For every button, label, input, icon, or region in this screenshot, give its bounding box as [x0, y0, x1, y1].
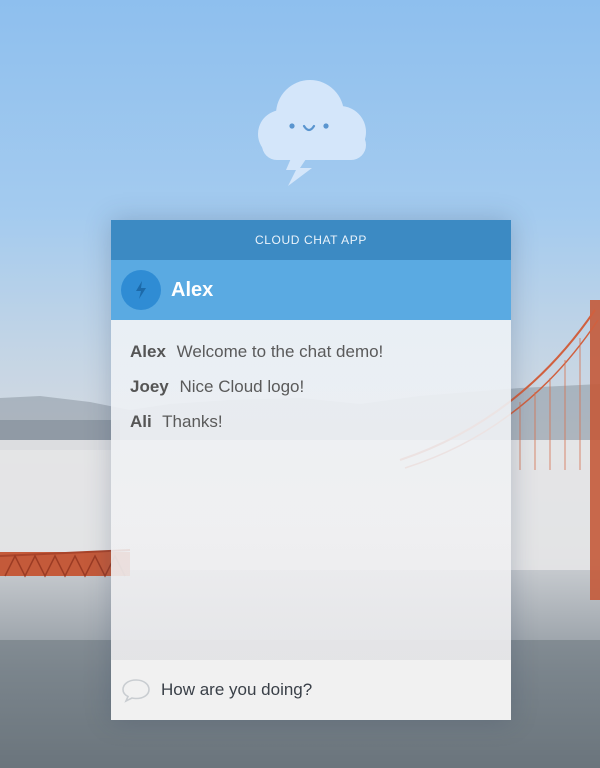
- chat-window: CLOUD CHAT APP Alex Alex Welcome to the …: [111, 220, 511, 720]
- lightning-bolt-icon: [136, 281, 146, 299]
- current-user-name: Alex: [171, 278, 214, 301]
- cloud-logo: [248, 72, 374, 190]
- message-text: Nice Cloud logo!: [179, 377, 305, 396]
- message-input[interactable]: [161, 680, 491, 700]
- speech-bubble-icon: [122, 679, 150, 703]
- message-item: Ali Thanks!: [111, 412, 511, 447]
- message-item: Joey Nice Cloud logo!: [111, 377, 511, 412]
- app-title-bar: CLOUD CHAT APP: [111, 220, 511, 260]
- message-text: Thanks!: [162, 412, 223, 431]
- message-item: Alex Welcome to the chat demo!: [111, 342, 511, 377]
- current-user-bar: Alex: [111, 260, 511, 320]
- message-list: Alex Welcome to the chat demo! Joey Nice…: [111, 320, 511, 660]
- message-author: Joey: [130, 377, 169, 396]
- avatar[interactable]: [121, 270, 161, 310]
- app-title: CLOUD CHAT APP: [255, 233, 367, 247]
- cloud-lightning-icon: [258, 80, 366, 186]
- message-author: Ali: [130, 412, 152, 431]
- message-text: Welcome to the chat demo!: [176, 342, 384, 361]
- message-author: Alex: [130, 342, 166, 361]
- message-composer: [111, 660, 511, 720]
